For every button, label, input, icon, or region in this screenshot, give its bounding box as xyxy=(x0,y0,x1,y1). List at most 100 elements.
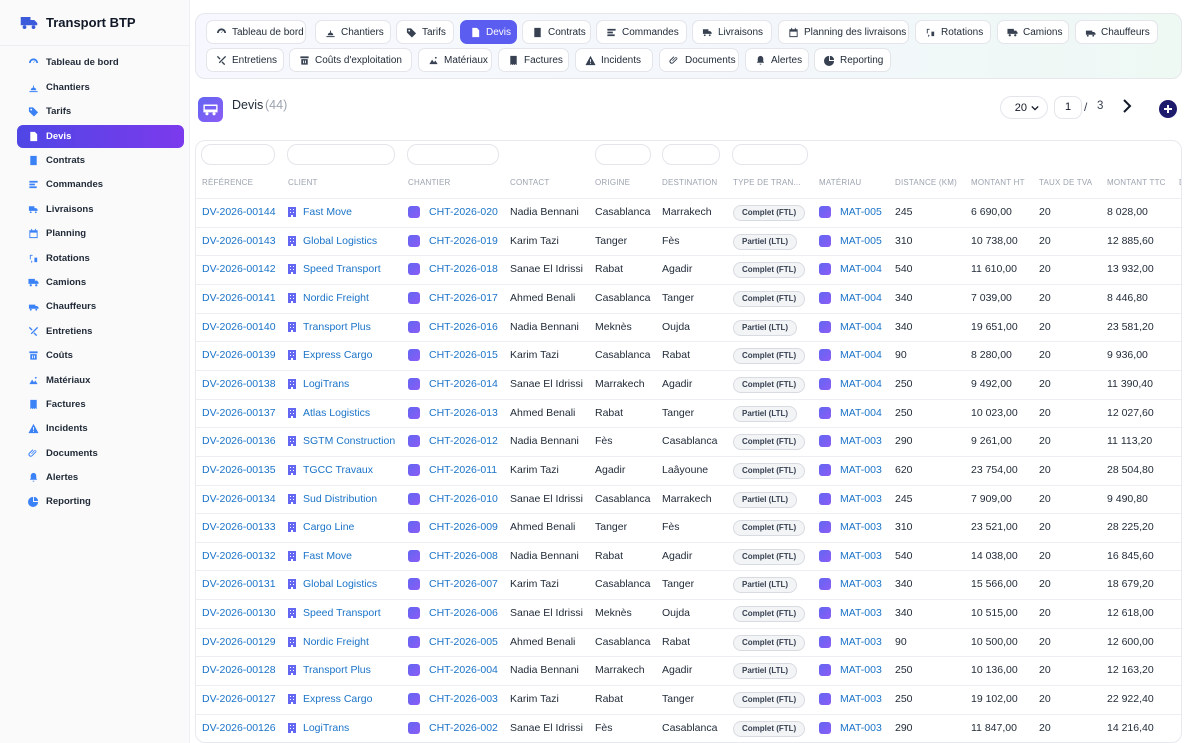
tab-tableau-de-bord[interactable]: Tableau de bord xyxy=(206,20,306,44)
column-header-client[interactable]: Client xyxy=(288,178,318,187)
material-link[interactable]: MAT-003 xyxy=(840,607,882,619)
chantier-link[interactable]: CHT-2026-014 xyxy=(429,378,498,390)
reference-link[interactable]: DV-2026-00130 xyxy=(202,607,276,619)
material-link[interactable]: MAT-003 xyxy=(840,464,882,476)
client-link[interactable]: Cargo Line xyxy=(303,521,354,533)
material-link[interactable]: MAT-003 xyxy=(840,493,882,505)
column-header-chantier[interactable]: Chantier xyxy=(408,178,451,187)
table-row[interactable]: DV-2026-00135 TGCC Travaux CHT-2026-011 Kar… xyxy=(196,455,1181,485)
tab-livraisons[interactable]: Livraisons xyxy=(692,20,772,44)
reference-link[interactable]: DV-2026-00128 xyxy=(202,664,276,676)
filter-reference-input[interactable] xyxy=(201,144,275,165)
sidebar-item-reporting[interactable]: Reporting xyxy=(17,490,184,513)
chantier-link[interactable]: CHT-2026-019 xyxy=(429,235,498,247)
sidebar-item-rotations[interactable]: Rotations xyxy=(17,247,184,270)
client-link[interactable]: Nordic Freight xyxy=(303,636,369,648)
table-row[interactable]: DV-2026-00142 Speed Transport CHT-2026-018… xyxy=(196,255,1181,284)
brand[interactable]: Transport BTP xyxy=(0,0,189,46)
chantier-link[interactable]: CHT-2026-015 xyxy=(429,349,498,361)
sidebar-item-factures[interactable]: Factures xyxy=(17,393,184,416)
table-row[interactable]: DV-2026-00138 LogiTrans CHT-2026-014 Sanae … xyxy=(196,369,1181,399)
material-link[interactable]: MAT-004 xyxy=(840,407,882,419)
material-link[interactable]: MAT-003 xyxy=(840,521,882,533)
client-link[interactable]: LogiTrans xyxy=(303,722,349,734)
client-link[interactable]: Global Logistics xyxy=(303,235,377,247)
material-link[interactable]: MAT-003 xyxy=(840,693,882,705)
material-link[interactable]: MAT-004 xyxy=(840,321,882,333)
sidebar-item-alertes[interactable]: Alertes xyxy=(17,466,184,489)
material-link[interactable]: MAT-004 xyxy=(840,292,882,304)
tab-chauffeurs[interactable]: Chauffeurs xyxy=(1075,20,1158,44)
column-header-reference[interactable]: Référence xyxy=(202,178,253,187)
reference-link[interactable]: DV-2026-00132 xyxy=(202,550,276,562)
tab-devis[interactable]: Devis xyxy=(460,20,517,44)
column-header-destination[interactable]: Destination xyxy=(662,178,717,187)
chantier-link[interactable]: CHT-2026-008 xyxy=(429,550,498,562)
reference-link[interactable]: DV-2026-00126 xyxy=(202,722,276,734)
column-header-taux-de-tva[interactable]: Taux de TVA xyxy=(1039,178,1092,187)
column-header-origine[interactable]: Origine xyxy=(595,178,630,187)
reference-link[interactable]: DV-2026-00131 xyxy=(202,578,276,590)
client-link[interactable]: Transport Plus xyxy=(303,321,371,333)
reference-link[interactable]: DV-2026-00127 xyxy=(202,693,276,705)
chantier-link[interactable]: CHT-2026-003 xyxy=(429,693,498,705)
column-header-contact[interactable]: Contact xyxy=(510,178,549,187)
reference-link[interactable]: DV-2026-00129 xyxy=(202,636,276,648)
table-row[interactable]: DV-2026-00134 Sud Distribution CHT-2026-01… xyxy=(196,484,1181,514)
chantier-link[interactable]: CHT-2026-010 xyxy=(429,493,498,505)
table-row[interactable]: DV-2026-00130 Speed Transport CHT-2026-006… xyxy=(196,599,1181,628)
tab-incidents[interactable]: Incidents xyxy=(575,48,653,72)
sidebar-item-planning[interactable]: Planning xyxy=(17,222,184,245)
filter-type-input[interactable] xyxy=(732,144,808,165)
sidebar-item-livraisons[interactable]: Livraisons xyxy=(17,198,184,221)
client-link[interactable]: Fast Move xyxy=(303,206,352,218)
tab-reporting[interactable]: Reporting xyxy=(814,48,891,72)
column-header-distance-km[interactable]: Distance (km) xyxy=(895,178,957,187)
tab-factures[interactable]: Factures xyxy=(498,48,569,72)
client-link[interactable]: Speed Transport xyxy=(303,607,381,619)
filter-destination-input[interactable] xyxy=(662,144,720,165)
table-row[interactable]: DV-2026-00132 Fast Move CHT-2026-008 Nadia … xyxy=(196,541,1181,571)
reference-link[interactable]: DV-2026-00142 xyxy=(202,263,276,275)
chantier-link[interactable]: CHT-2026-007 xyxy=(429,578,498,590)
client-link[interactable]: Speed Transport xyxy=(303,263,381,275)
tab-commandes[interactable]: Commandes xyxy=(596,20,687,44)
sidebar-item-chantiers[interactable]: Chantiers xyxy=(17,76,184,99)
client-link[interactable]: Atlas Logistics xyxy=(303,407,370,419)
material-link[interactable]: MAT-003 xyxy=(840,636,882,648)
chantier-link[interactable]: CHT-2026-009 xyxy=(429,521,498,533)
tab-documents[interactable]: Documents xyxy=(659,48,739,72)
material-link[interactable]: MAT-004 xyxy=(840,263,882,275)
client-link[interactable]: LogiTrans xyxy=(303,378,349,390)
chantier-link[interactable]: CHT-2026-004 xyxy=(429,664,498,676)
table-row[interactable]: DV-2026-00136 SGTM Construction CHT-2026-0… xyxy=(196,427,1181,456)
chantier-link[interactable]: CHT-2026-011 xyxy=(429,464,497,476)
sidebar-item-commandes[interactable]: Commandes xyxy=(17,173,184,196)
column-header-montant-ttc[interactable]: Montant TTC xyxy=(1107,178,1166,187)
sidebar-item-tarifs[interactable]: Tarifs xyxy=(17,100,184,123)
material-link[interactable]: MAT-003 xyxy=(840,550,882,562)
material-link[interactable]: MAT-003 xyxy=(840,578,882,590)
tab-materiaux[interactable]: Matériaux xyxy=(418,48,492,72)
sidebar-item-chauffeurs[interactable]: Chauffeurs xyxy=(17,295,184,318)
material-link[interactable]: MAT-003 xyxy=(840,435,882,447)
tab-tarifs[interactable]: Tarifs xyxy=(396,20,454,44)
tab-chantiers[interactable]: Chantiers xyxy=(315,20,391,44)
reference-link[interactable]: DV-2026-00138 xyxy=(202,378,276,390)
reference-link[interactable]: DV-2026-00144 xyxy=(202,206,276,218)
reference-link[interactable]: DV-2026-00139 xyxy=(202,349,276,361)
sidebar-item-materiaux[interactable]: Matériaux xyxy=(17,369,184,392)
filter-origine-input[interactable] xyxy=(595,144,651,165)
table-row[interactable]: DV-2026-00139 Express Cargo CHT-2026-015 Ka… xyxy=(196,341,1181,370)
filter-client-input[interactable] xyxy=(287,144,395,165)
table-row[interactable]: DV-2026-00131 Global Logistics CHT-2026-00… xyxy=(196,570,1181,599)
table-row[interactable]: DV-2026-00144 Fast Move CHT-2026-020 Nadia … xyxy=(196,198,1181,227)
sidebar-item-devis[interactable]: Devis xyxy=(17,125,184,148)
table-row[interactable]: DV-2026-00127 Express Cargo CHT-2026-003 Ka… xyxy=(196,685,1181,714)
page-number-input[interactable]: 1 xyxy=(1054,96,1082,119)
client-link[interactable]: Fast Move xyxy=(303,550,352,562)
table-row[interactable]: DV-2026-00128 Transport Plus CHT-2026-004 N… xyxy=(196,656,1181,685)
tab-entretiens[interactable]: Entretiens xyxy=(206,48,284,72)
client-link[interactable]: Nordic Freight xyxy=(303,292,369,304)
client-link[interactable]: TGCC Travaux xyxy=(303,464,373,476)
